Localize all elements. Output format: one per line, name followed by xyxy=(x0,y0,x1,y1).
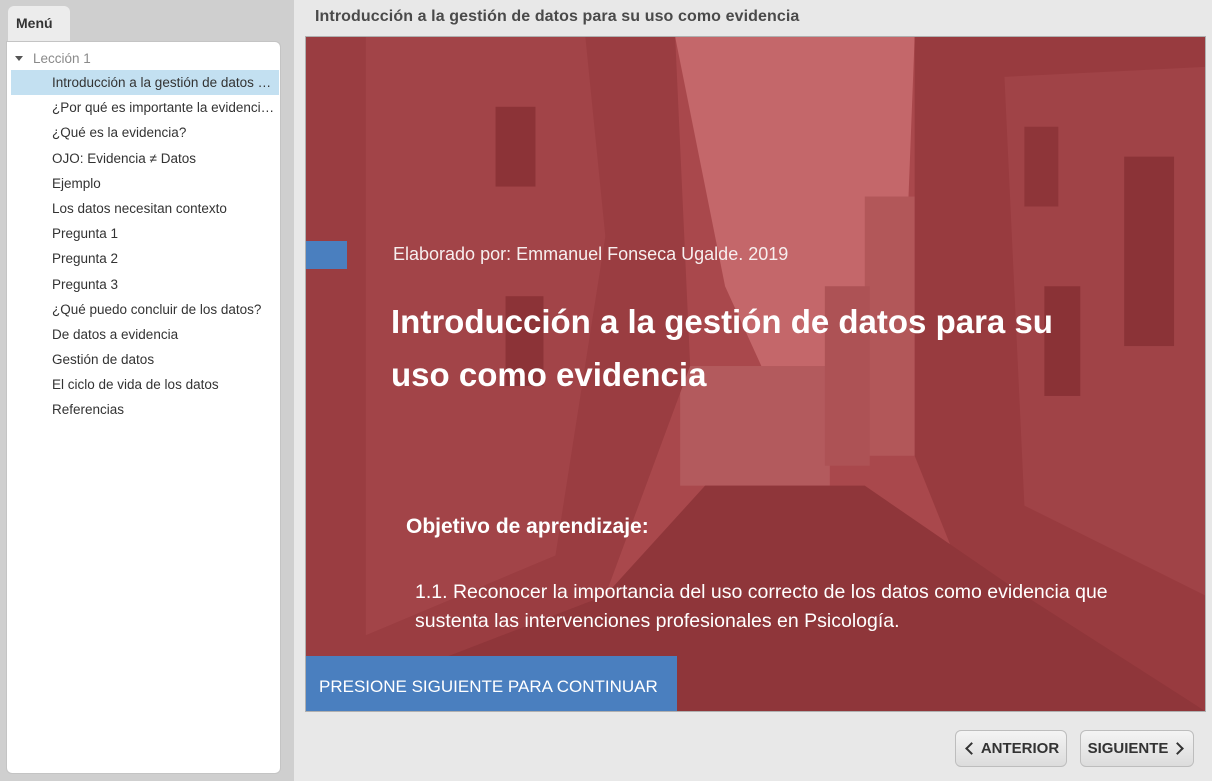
menu-item-ejemplo[interactable]: Ejemplo xyxy=(11,171,279,196)
chevron-right-icon xyxy=(1171,742,1185,755)
menu-item-pregunta-2[interactable]: Pregunta 2 xyxy=(11,246,279,271)
slide-author: Elaborado por: Emmanuel Fonseca Ugalde. … xyxy=(393,244,789,264)
menu-item-datos-contexto[interactable]: Los datos necesitan contexto xyxy=(11,196,279,221)
menu-item-que-puedo-concluir[interactable]: ¿Qué puedo concluir de los datos? xyxy=(11,297,279,322)
menu-item-gestion-datos[interactable]: Gestión de datos xyxy=(11,347,279,372)
objective-text: 1.1. Reconocer la importancia del uso co… xyxy=(415,581,1108,632)
lesson-label: Lección 1 xyxy=(33,50,91,66)
menu-item-ciclo-vida[interactable]: El ciclo de vida de los datos xyxy=(11,372,279,397)
next-button-label: SIGUIENTE xyxy=(1087,740,1169,757)
accent-bar xyxy=(306,241,347,269)
menu-list: Introducción a la gestión de datos para … xyxy=(11,70,279,423)
caret-down-icon[interactable] xyxy=(15,55,23,61)
menu-item-ojo-evidencia-datos[interactable]: OJO: Evidencia ≠ Datos xyxy=(11,146,279,171)
menu-tab-label: Menú xyxy=(16,15,53,31)
previous-button[interactable]: ANTERIOR xyxy=(955,730,1067,767)
menu-item-por-que-importante[interactable]: ¿Por qué es importante la evidencia? xyxy=(11,95,279,120)
menu-tab[interactable]: Menú xyxy=(8,6,70,42)
objective-heading: Objetivo de aprendizaje: xyxy=(406,515,649,538)
menu-item-referencias[interactable]: Referencias xyxy=(11,397,279,422)
menu-item-datos-a-evidencia[interactable]: De datos a evidencia xyxy=(11,322,279,347)
menu-item-pregunta-3[interactable]: Pregunta 3 xyxy=(11,272,279,297)
menu-panel: Lección 1 Introducción a la gestión de d… xyxy=(6,41,281,774)
page-title: Introducción a la gestión de datos para … xyxy=(315,8,800,25)
slide-title: Introducción a la gestión de datos para … xyxy=(391,303,1053,393)
menu-item-introduccion[interactable]: Introducción a la gestión de datos para … xyxy=(11,70,279,96)
lesson-toggle[interactable]: Lección 1 xyxy=(11,48,91,68)
main-area: Introducción a la gestión de datos para … xyxy=(294,0,1212,781)
previous-button-label: ANTERIOR xyxy=(980,740,1060,757)
menu-item-pregunta-1[interactable]: Pregunta 1 xyxy=(11,221,279,246)
continue-label: PRESIONE SIGUIENTE PARA CONTINUAR xyxy=(319,677,658,696)
continue-banner: PRESIONE SIGUIENTE PARA CONTINUAR xyxy=(306,656,677,711)
next-button[interactable]: SIGUIENTE xyxy=(1080,730,1194,767)
slide: Elaborado por: Emmanuel Fonseca Ugalde. … xyxy=(305,36,1206,712)
chevron-left-icon xyxy=(964,742,978,755)
sidebar: Menú Lección 1 Introducción a la gestión… xyxy=(0,0,294,781)
menu-item-que-es-evidencia[interactable]: ¿Qué es la evidencia? xyxy=(11,120,279,145)
